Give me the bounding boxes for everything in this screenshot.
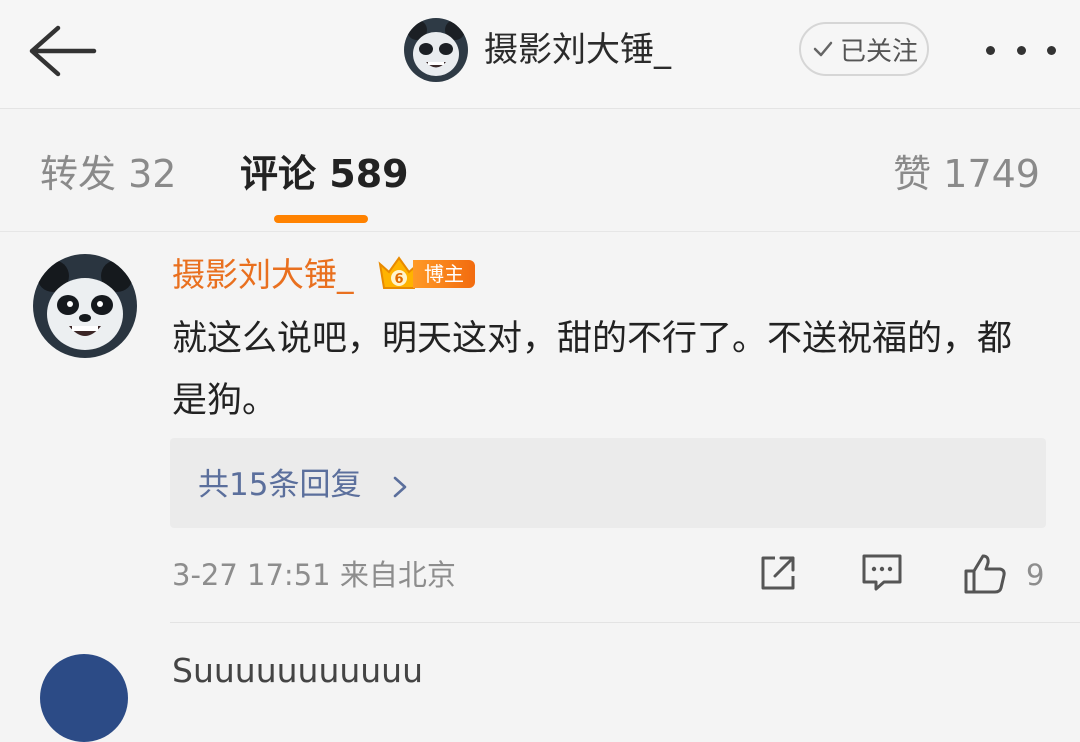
tab-comment-count: 589: [329, 152, 409, 196]
comment-meta: 3-27 17:51 来自北京: [172, 557, 456, 593]
share-icon[interactable]: [757, 552, 799, 594]
tab-bar: 转发 32 评论 589 赞 1749: [0, 109, 1080, 232]
next-comment-username[interactable]: Suuuuuuuuuuu: [172, 650, 423, 692]
following-label: 已关注: [839, 36, 918, 67]
comment-item: 摄影刘大锤_ 6 博主 就这么说吧，明天这对，甜的不行了。不送祝福的，都是狗。 …: [0, 232, 1080, 620]
tab-comment-label: 评论: [240, 152, 317, 196]
tab-like-count: 1749: [943, 152, 1040, 196]
avatar[interactable]: [33, 254, 137, 358]
chevron-right-icon: [393, 476, 407, 498]
active-tab-indicator: [274, 215, 368, 223]
tab-repost-count: 32: [128, 152, 177, 196]
replies-box[interactable]: 共15条回复: [170, 438, 1046, 528]
tab-repost[interactable]: 转发 32: [40, 151, 176, 197]
arrow-left-icon[interactable]: [24, 22, 98, 80]
comment-text: 就这么说吧，明天这对，甜的不行了。不送祝福的，都是狗。: [172, 319, 1013, 421]
following-button[interactable]: 已关注: [799, 22, 929, 76]
check-icon: [813, 41, 833, 57]
tab-repost-label: 转发: [40, 152, 117, 196]
comment-location: 来自北京: [339, 558, 456, 592]
comment-timestamp: 3-27 17:51: [172, 558, 331, 592]
badge-level: 6: [394, 272, 403, 287]
avatar[interactable]: [404, 18, 468, 82]
replies-link[interactable]: 共15条回复: [198, 466, 361, 504]
top-bar: 摄影刘大锤_ 已关注: [0, 0, 1080, 109]
comment-username[interactable]: 摄影刘大锤_: [172, 254, 354, 296]
comment-like-count: 9: [1026, 558, 1045, 592]
badge-label: 博主: [413, 260, 475, 288]
tab-like[interactable]: 赞 1749: [893, 151, 1040, 197]
tab-like-label: 赞: [893, 152, 932, 196]
blogger-badge: 6 博主: [377, 254, 477, 292]
avatar[interactable]: [40, 654, 128, 742]
more-dots-icon[interactable]: [986, 38, 1056, 62]
tab-comment[interactable]: 评论 589: [240, 151, 409, 197]
comment-icon[interactable]: [860, 552, 904, 592]
header-username[interactable]: 摄影刘大锤_: [484, 28, 671, 72]
divider: [170, 622, 1080, 623]
thumbs-up-icon[interactable]: [962, 552, 1008, 596]
